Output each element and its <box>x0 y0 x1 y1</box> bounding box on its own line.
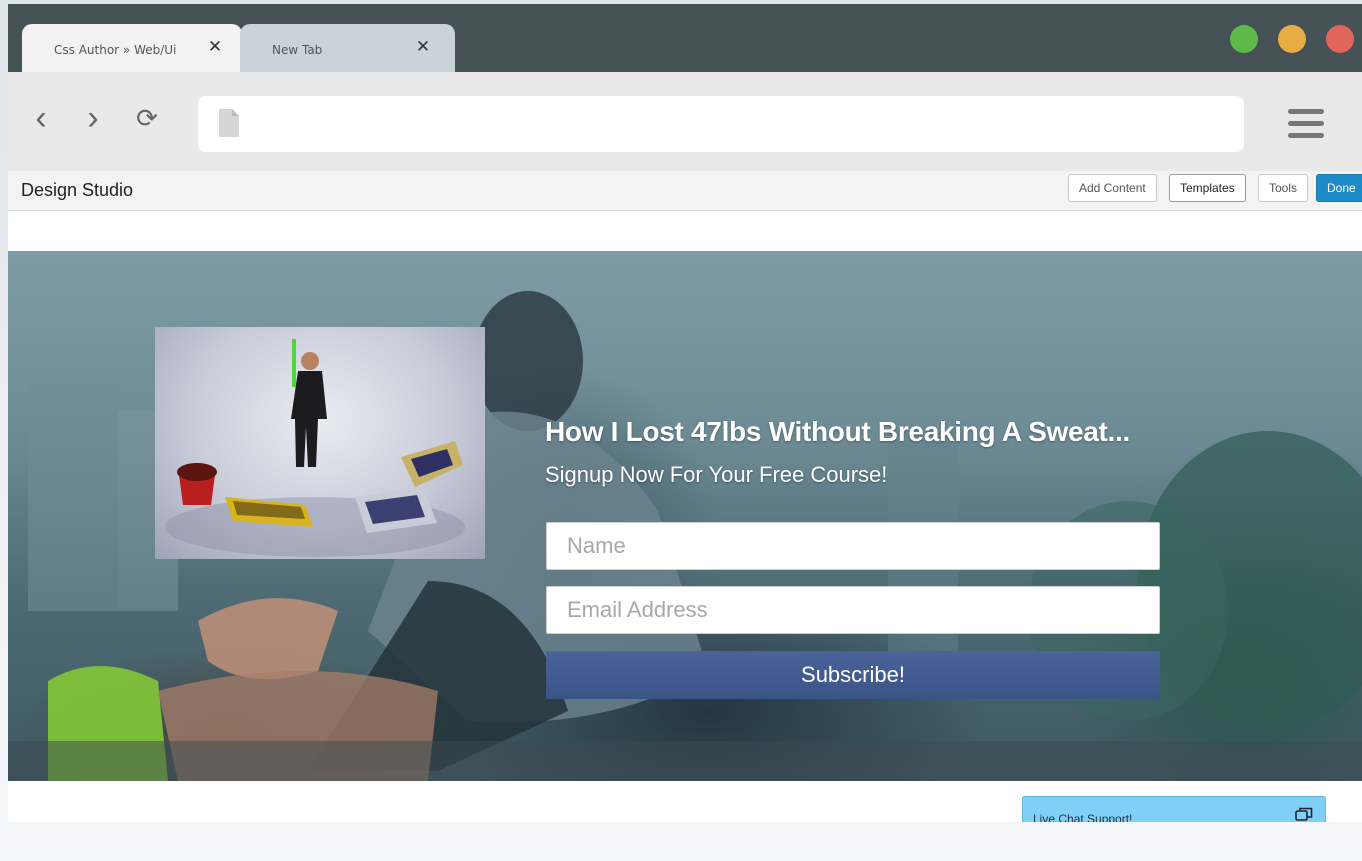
hero-headline: How I Lost 47lbs Without Breaking A Swea… <box>545 416 1130 447</box>
done-button[interactable]: Done <box>1316 174 1362 202</box>
live-chat-widget[interactable]: Live Chat Support! <box>1022 796 1326 822</box>
minimize-window-button[interactable] <box>1278 25 1306 53</box>
close-tab-icon[interactable]: ✕ <box>206 38 224 56</box>
tab-label: New Tab <box>272 43 323 57</box>
maximize-window-button[interactable] <box>1230 25 1258 53</box>
email-field[interactable] <box>546 586 1160 634</box>
chat-bubbles-icon <box>1295 807 1313 821</box>
navigation-bar: ‹ › ⟳ <box>8 72 1362 171</box>
design-studio-toolbar: Design Studio Add Content Templates Tool… <box>8 171 1362 211</box>
app-title: Design Studio <box>21 180 134 200</box>
promo-image <box>155 327 485 559</box>
tab-new-tab[interactable]: New Tab ✕ <box>240 24 455 72</box>
templates-button[interactable]: Templates <box>1169 174 1246 202</box>
url-input[interactable] <box>250 108 1210 140</box>
browser-window: Css Author » Web/Ui ✕ New Tab ✕ ‹ › ⟳ De… <box>8 4 1362 822</box>
hero-section: How I Lost 47lbs Without Breaking A Swea… <box>8 251 1362 781</box>
chat-label: Live Chat Support! <box>1033 812 1133 822</box>
close-window-button[interactable] <box>1326 25 1354 53</box>
hamburger-menu-icon[interactable] <box>1288 109 1324 141</box>
add-content-button[interactable]: Add Content <box>1068 174 1157 202</box>
hero-subheadline: Signup Now For Your Free Course! <box>545 462 888 487</box>
name-field[interactable] <box>546 522 1160 570</box>
close-tab-icon[interactable]: ✕ <box>414 38 432 56</box>
action-figure-image <box>165 339 465 557</box>
page-icon <box>219 109 239 137</box>
forward-icon[interactable]: › <box>78 101 108 135</box>
address-bar[interactable] <box>198 96 1244 152</box>
tab-strip: Css Author » Web/Ui ✕ New Tab ✕ <box>8 4 1362 72</box>
tab-label: Css Author » Web/Ui <box>54 43 177 57</box>
reload-icon[interactable]: ⟳ <box>132 103 162 133</box>
tools-button[interactable]: Tools <box>1258 174 1309 202</box>
tab-css-author[interactable]: Css Author » Web/Ui ✕ <box>22 24 242 72</box>
subscribe-button[interactable]: Subscribe! <box>546 651 1160 699</box>
back-icon[interactable]: ‹ <box>26 101 56 135</box>
